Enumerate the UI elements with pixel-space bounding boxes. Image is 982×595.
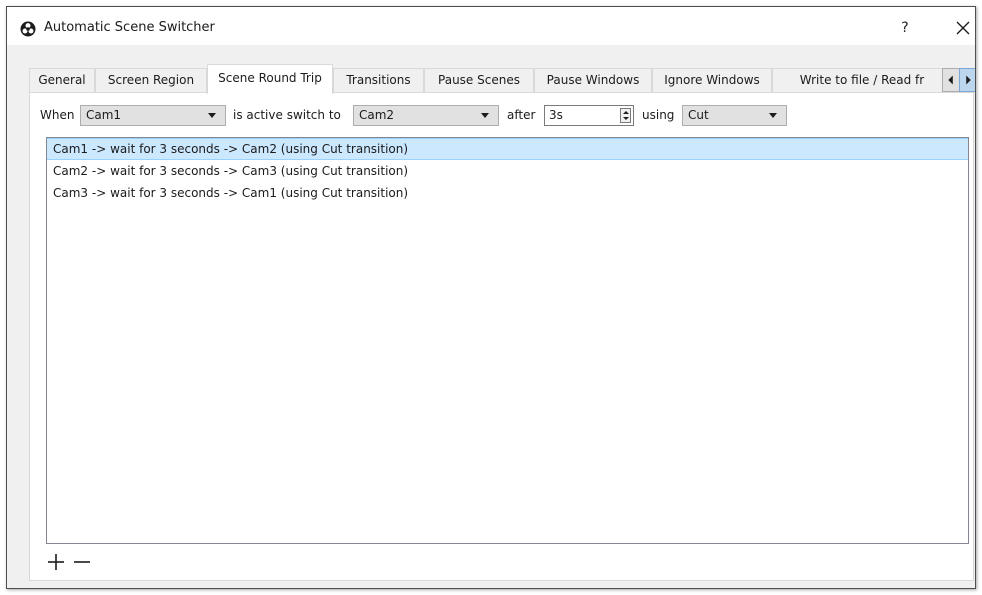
delay-spinbox[interactable]: 3s: [544, 105, 634, 126]
chevron-down-icon: [208, 113, 216, 118]
after-label: after: [507, 108, 536, 122]
target-scene-dropdown[interactable]: Cam2: [353, 105, 499, 126]
transition-value: Cut: [688, 108, 709, 122]
when-scene-dropdown[interactable]: Cam1: [80, 105, 226, 126]
delay-value: 3s: [549, 108, 563, 122]
target-scene-value: Cam2: [359, 108, 395, 122]
scene-round-trip-panel: When Cam1 is active switch to Cam2 after…: [29, 92, 974, 581]
help-button[interactable]: ?: [893, 16, 917, 40]
tab-general[interactable]: General: [29, 68, 95, 92]
tab-ignore-windows[interactable]: Ignore Windows: [652, 68, 772, 92]
chevron-down-icon: [481, 113, 489, 118]
when-scene-value: Cam1: [86, 108, 122, 122]
active-switch-label: is active switch to: [233, 108, 341, 122]
tab-screen-region[interactable]: Screen Region: [95, 68, 207, 92]
when-label: When: [40, 108, 75, 122]
list-item[interactable]: Cam2 -> wait for 3 seconds -> Cam3 (usin…: [47, 160, 968, 182]
close-icon[interactable]: [951, 16, 975, 40]
round-trip-list[interactable]: Cam1 -> wait for 3 seconds -> Cam2 (usin…: [46, 137, 969, 544]
list-item[interactable]: Cam1 -> wait for 3 seconds -> Cam2 (usin…: [47, 138, 968, 160]
title-bar: Automatic Scene Switcher ?: [7, 7, 975, 45]
tab-scroll-left-icon[interactable]: [942, 68, 960, 92]
chevron-down-icon: [769, 113, 777, 118]
tab-transitions[interactable]: Transitions: [333, 68, 424, 92]
tab-pause-windows[interactable]: Pause Windows: [534, 68, 652, 92]
obs-logo-icon: [20, 21, 36, 37]
tab-scroll-right-icon[interactable]: [959, 68, 976, 92]
using-label: using: [642, 108, 675, 122]
list-item[interactable]: Cam3 -> wait for 3 seconds -> Cam1 (usin…: [47, 182, 968, 204]
tab-bar: General Screen Region Scene Round Trip T…: [29, 64, 976, 94]
scene-switcher-window: Automatic Scene Switcher ? General Scree…: [6, 6, 976, 589]
tab-scene-round-trip[interactable]: Scene Round Trip: [207, 64, 333, 94]
tab-write-read-file[interactable]: Write to file / Read fr: [772, 68, 952, 92]
transition-dropdown[interactable]: Cut: [682, 105, 787, 126]
window-title: Automatic Scene Switcher: [44, 20, 215, 35]
minus-icon[interactable]: [71, 551, 93, 573]
spin-arrows-icon[interactable]: [620, 108, 631, 123]
plus-icon[interactable]: [45, 551, 67, 573]
tab-pause-scenes[interactable]: Pause Scenes: [424, 68, 534, 92]
